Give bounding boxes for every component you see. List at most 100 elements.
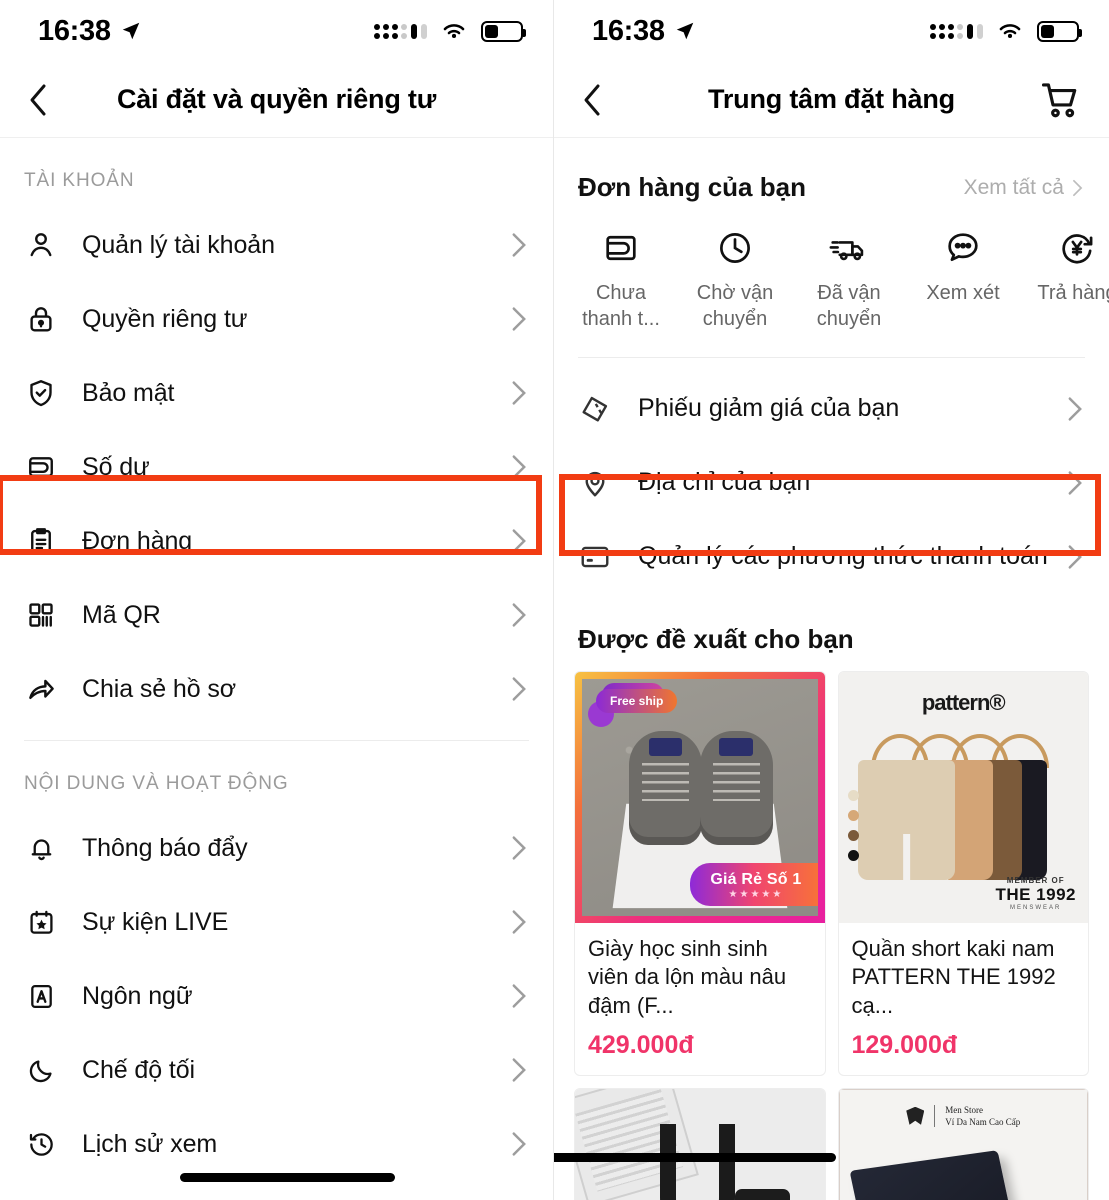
order-tab-label: Chưa thanh t... — [582, 282, 660, 331]
chevron-right-icon — [512, 233, 526, 257]
clock-icon — [716, 225, 754, 271]
sidebar-item-label: Đơn hàng — [82, 526, 193, 555]
chevron-right-icon — [512, 677, 526, 701]
sidebar-item-label: Ngôn ngữ — [82, 981, 193, 1010]
product-info: Giày học sinh sinh viên da lộn màu nâu đ… — [575, 923, 825, 1075]
chevron-right-icon — [512, 836, 526, 860]
sidebar-item-orders[interactable]: Đơn hàng — [0, 504, 553, 578]
recommendations-title: Được đề xuất cho bạn — [578, 623, 854, 654]
product-image: Free ship Giá Rẻ Số 1 ★★★★★ — [575, 671, 825, 923]
order-tab-label: Xem xét — [926, 282, 1000, 304]
sidebar-item-language[interactable]: Ngôn ngữ — [0, 959, 553, 1033]
location-arrow-icon — [122, 22, 139, 40]
order-tab-unpaid[interactable]: Chưa thanh t... — [564, 225, 678, 333]
sidebar-item-push-notifications[interactable]: Thông báo đẩy — [0, 811, 553, 885]
product-image: Men Store Ví Da Nam Cao Cấp jaburnd — [838, 1088, 1088, 1200]
order-tab-returns[interactable]: Trả hàng — [1020, 225, 1109, 333]
chevron-right-icon — [512, 1132, 526, 1156]
status-bar-left: 16:38 — [0, 0, 553, 62]
home-indicator-left — [180, 1173, 395, 1182]
order-status-tabs: Chưa thanh t... Chờ vận chuyển Đã vận ch… — [554, 211, 1109, 339]
order-tab-awaiting-shipment[interactable]: Chờ vận chuyển — [678, 225, 792, 333]
person-icon — [24, 228, 58, 262]
sidebar-item-watch-history[interactable]: Lịch sử xem — [0, 1107, 553, 1181]
menu-row-addresses[interactable]: Địa chỉ của bạn — [554, 446, 1109, 520]
product-card[interactable]: pattern® MEMBER OF THE 1992 MENSWEAR Quầ… — [837, 670, 1089, 1076]
see-all-orders-link[interactable]: Xem tất cả — [964, 176, 1083, 200]
tabs-divider — [578, 356, 1085, 358]
product-card[interactable]: Men Store Ví Da Nam Cao Cấp jaburnd — [837, 1087, 1089, 1200]
chevron-right-icon — [512, 381, 526, 405]
lock-icon — [24, 302, 58, 336]
orders-section-title: Đơn hàng của bạn — [578, 172, 806, 202]
sidebar-item-label: Mã QR — [82, 600, 161, 629]
sidebar-item-live-events[interactable]: Sự kiện LIVE — [0, 885, 553, 959]
status-left-group: 16:38 — [592, 15, 696, 48]
chevron-right-icon — [512, 603, 526, 627]
order-tab-label: Đã vận chuyển — [816, 282, 882, 331]
sidebar-item-qr-code[interactable]: Mã QR — [0, 578, 553, 652]
location-pin-icon — [578, 466, 612, 500]
chevron-right-icon — [512, 1058, 526, 1082]
chevron-right-icon — [1068, 397, 1082, 421]
sidebar-item-label: Quyền riêng tư — [82, 304, 248, 333]
chevron-left-icon — [30, 84, 46, 115]
color-swatches — [847, 789, 859, 861]
wallet-icon — [602, 225, 640, 271]
member-badge: MEMBER OF THE 1992 MENSWEAR — [995, 876, 1076, 911]
order-tab-review[interactable]: Xem xét — [906, 225, 1020, 333]
sidebar-item-label: Sự kiện LIVE — [82, 907, 229, 936]
sidebar-item-share-profile[interactable]: Chia sẻ hồ sơ — [0, 652, 553, 726]
member-label: MEMBER OF — [1006, 875, 1065, 885]
right-phone-screen: 16:38 Trung tâm đặt hàng Đơn hàng của bạ… — [554, 0, 1109, 1200]
sidebar-item-label: Chế độ tối — [82, 1055, 195, 1084]
sidebar-item-label: Bảo mật — [82, 378, 175, 407]
truck-icon — [829, 225, 869, 271]
shopping-cart-icon[interactable] — [1039, 79, 1081, 121]
shield-check-icon — [24, 376, 58, 410]
sidebar-item-account-management[interactable]: Quản lý tài khoản — [0, 208, 553, 282]
left-phone-screen: 16:38 Cài đặt và quyền riêng tư TÀI KHOẢ… — [0, 0, 554, 1200]
product-card[interactable] — [574, 1087, 826, 1200]
sidebar-item-balance[interactable]: Số dư — [0, 430, 553, 504]
chevron-right-icon — [512, 910, 526, 934]
chevron-right-icon — [512, 984, 526, 1008]
status-right-group — [374, 20, 526, 42]
left-nav-bar: Cài đặt và quyền riêng tư — [0, 62, 553, 138]
product-price: 129.000đ — [851, 1030, 958, 1059]
share-arrow-icon — [24, 672, 58, 706]
menu-row-coupons[interactable]: Phiếu giảm giá của bạn — [554, 372, 1109, 446]
language-a-icon — [24, 979, 58, 1013]
brand-logo: pattern® — [921, 689, 1006, 715]
store-subtitle: Ví Da Nam Cao Cấp — [945, 1116, 1021, 1127]
section-label-content-activity: NỘI DUNG VÀ HOẠT ĐỘNG — [24, 773, 289, 794]
member-brand: THE 1992 — [995, 884, 1076, 904]
back-button[interactable] — [28, 80, 68, 120]
chevron-right-icon — [512, 455, 526, 479]
section-label-account: TÀI KHOẢN — [24, 170, 135, 191]
moon-icon — [24, 1053, 58, 1087]
product-card[interactable]: Free ship Giá Rẻ Số 1 ★★★★★ Giày học sin… — [574, 670, 826, 1076]
dual-screenshot-container: 16:38 Cài đặt và quyền riêng tư TÀI KHOẢ… — [0, 0, 1109, 1200]
menu-row-payment-methods[interactable]: Quản lý các phương thức thanh toán — [554, 520, 1109, 594]
store-crest-icon — [906, 1106, 925, 1125]
page-title: Cài đặt và quyền riêng tư — [116, 84, 437, 114]
product-name: Quần short kaki nam PATTERN THE 1992 cạ.… — [851, 935, 1056, 1018]
qr-code-icon — [24, 598, 58, 632]
order-tab-label: Trả hàng — [1037, 282, 1109, 304]
sidebar-item-content-preferences[interactable]: Tùy chọn nội dung — [0, 1181, 553, 1200]
status-time: 16:38 — [592, 14, 665, 47]
sidebar-item-security[interactable]: Bảo mật — [0, 356, 553, 430]
right-nav-bar: Trung tâm đặt hàng — [554, 62, 1109, 138]
chevron-right-icon — [512, 307, 526, 331]
sidebar-item-privacy[interactable]: Quyền riêng tư — [0, 282, 553, 356]
sidebar-item-label: Thông báo đẩy — [82, 833, 248, 862]
product-image: pattern® MEMBER OF THE 1992 MENSWEAR — [838, 671, 1088, 923]
home-indicator-right — [554, 1153, 836, 1162]
sidebar-item-dark-mode[interactable]: Chế độ tối — [0, 1033, 553, 1107]
order-tab-shipped[interactable]: Đã vận chuyển — [792, 225, 906, 333]
status-right-group — [930, 20, 1082, 42]
back-button[interactable] — [582, 80, 622, 120]
cellular-signal-icon — [374, 23, 427, 39]
sidebar-item-label: Chia sẻ hồ sơ — [82, 674, 237, 703]
